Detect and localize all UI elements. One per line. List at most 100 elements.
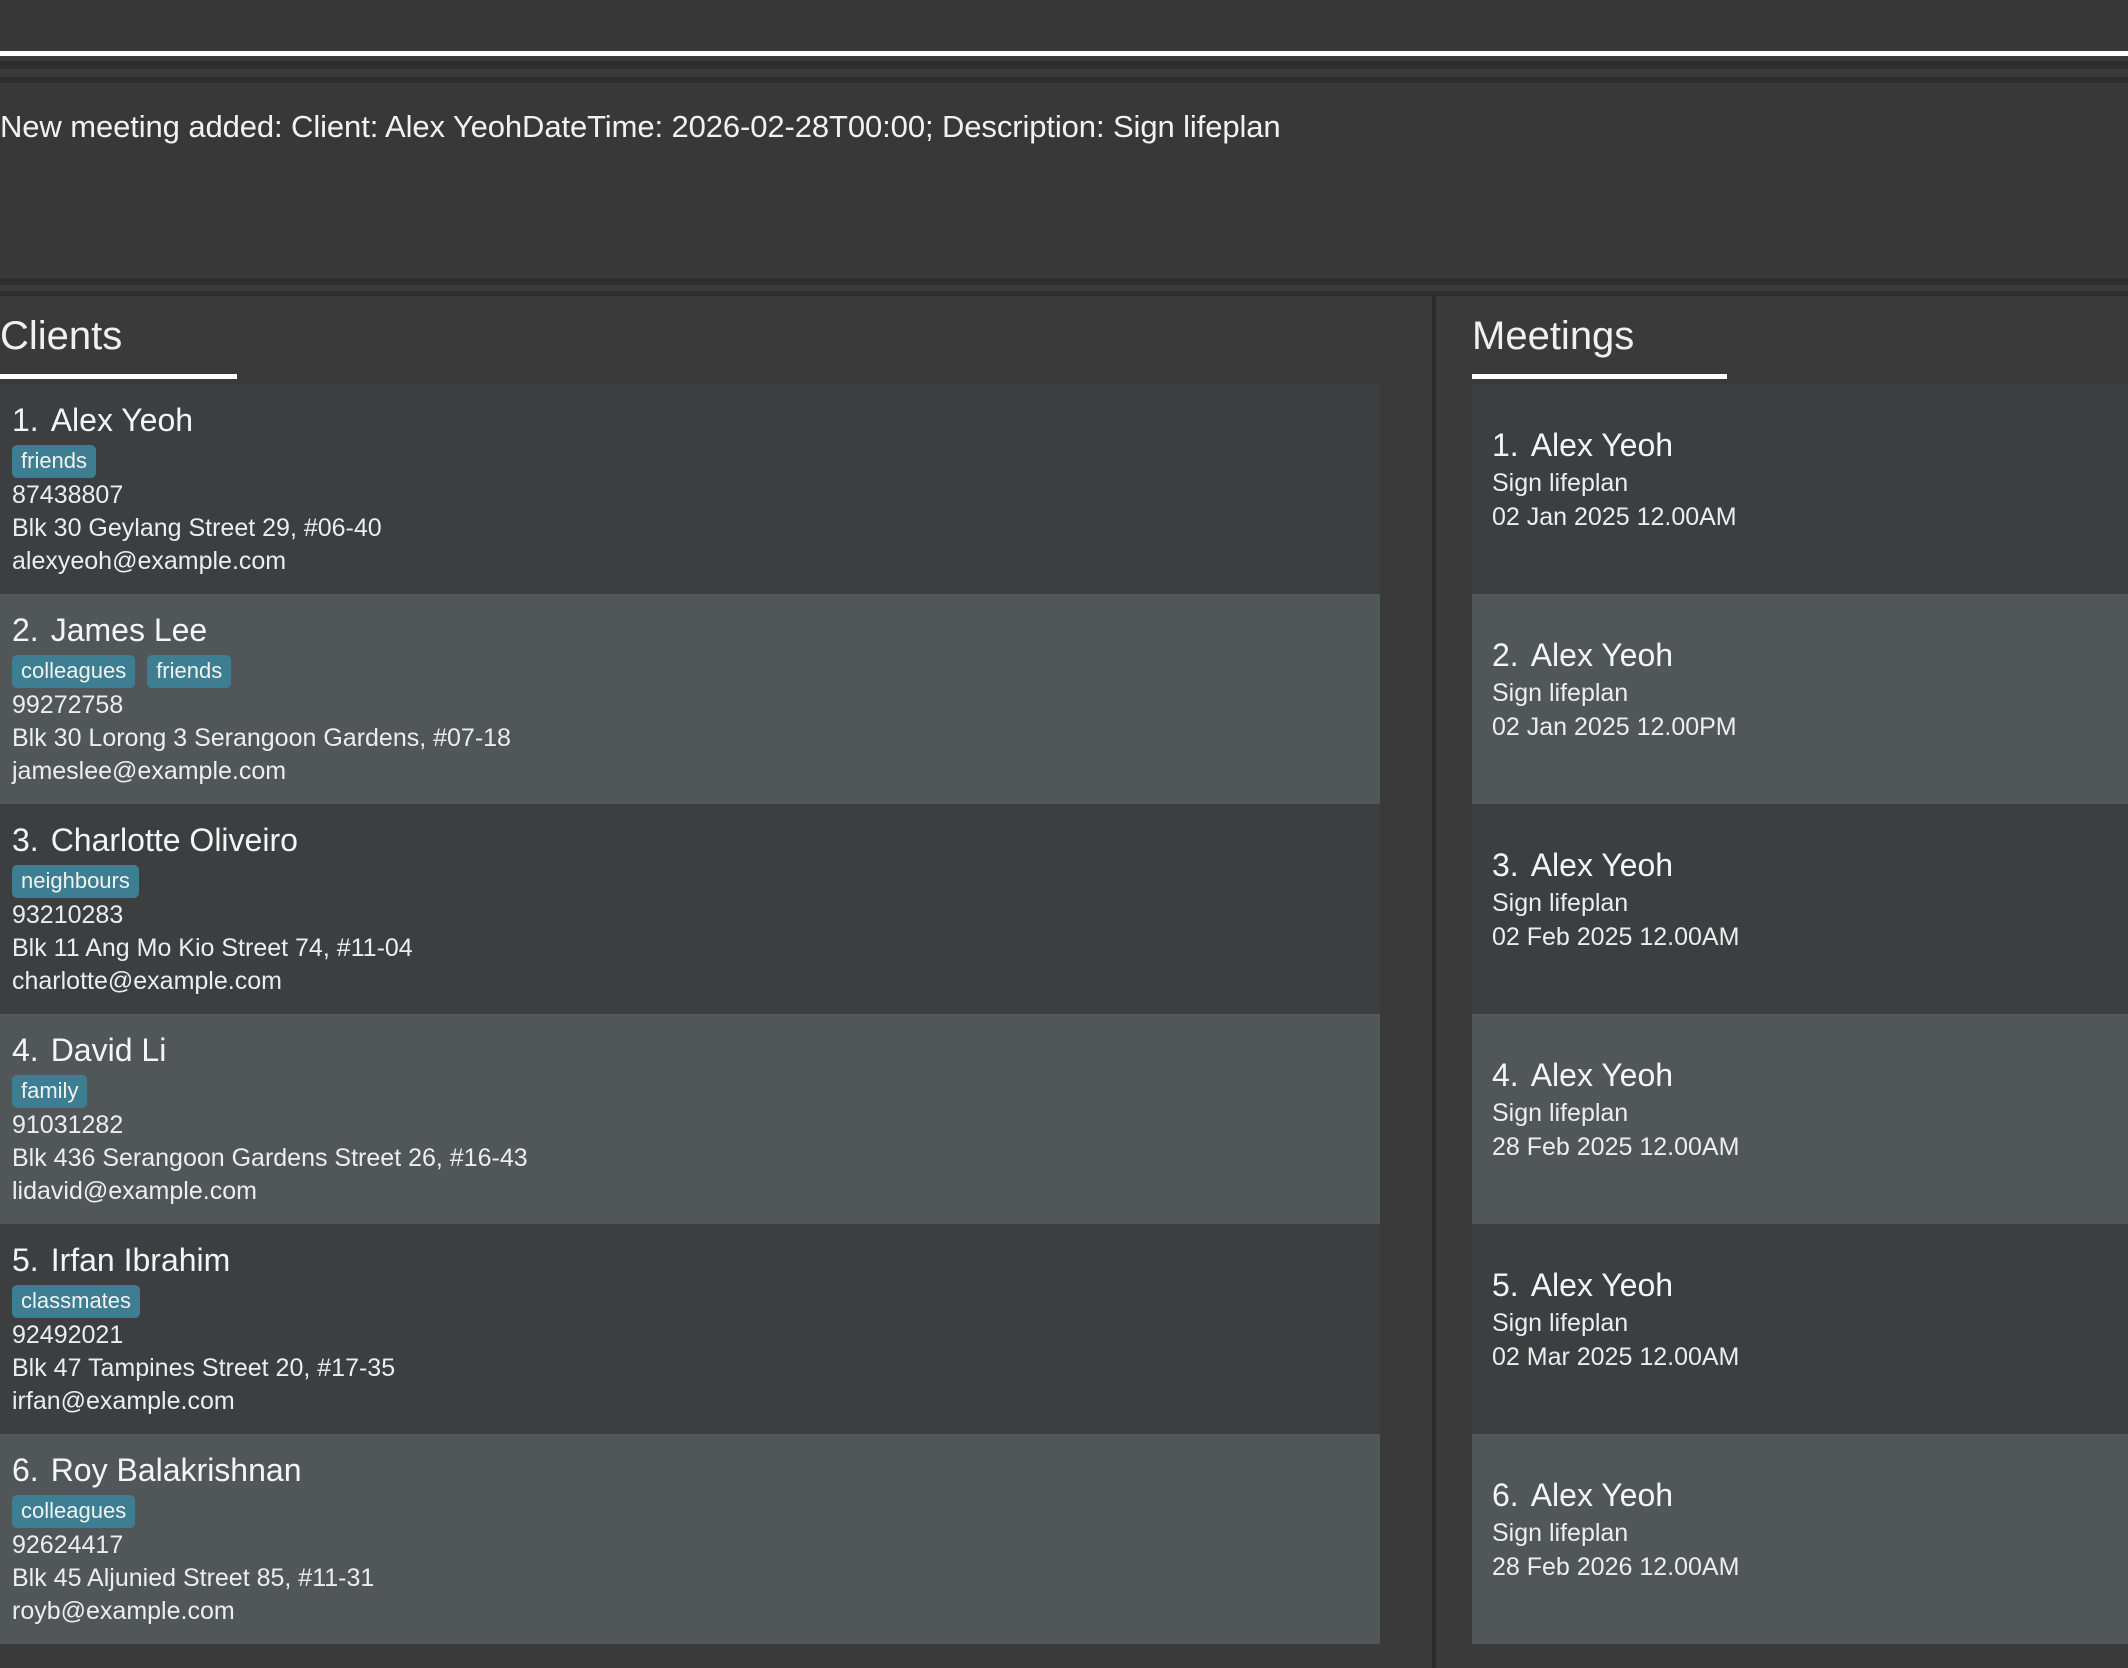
client-tag: friends [12,445,96,478]
client-address: Blk 45 Aljunied Street 85, #11-31 [12,1562,1380,1595]
client-tag: classmates [12,1285,140,1318]
client-name: David Li [51,1032,167,1068]
client-index: 3. [12,822,39,858]
client-name: Irfan Ibrahim [51,1242,231,1278]
client-card[interactable]: 3. Charlotte Oliveiro neighbours93210283Bl… [0,804,1380,1014]
client-name: Roy Balakrishnan [51,1452,302,1488]
client-address: Blk 11 Ang Mo Kio Street 74, #11-04 [12,932,1380,965]
meeting-card[interactable]: 3. Alex YeohSign lifeplan02 Feb 2025 12.0… [1472,804,2128,1014]
client-name-row: 6. Roy Balakrishnan [12,1450,1380,1490]
meeting-description: Sign lifeplan [1492,886,2128,920]
client-card[interactable]: 2. James Lee colleaguesfriends99272758Blk … [0,594,1380,804]
meeting-index: 3. [1492,847,1519,883]
meeting-client-row: 4.Alex Yeoh [1492,1054,2128,1096]
clients-scrollbar-track[interactable] [1384,384,1410,1668]
strip-filler [0,69,2128,77]
clients-panel: Clients 1.Alex Yeohfriends87438807Blk 30… [0,296,1432,1668]
client-card[interactable]: 6. Roy Balakrishnan colleagues92624417Blk … [0,1434,1380,1644]
meeting-index: 5. [1492,1267,1519,1303]
meetings-panel: Meetings 1.Alex YeohSign lifeplan02 Jan … [1436,296,2128,1668]
meeting-index: 2. [1492,637,1519,673]
meeting-card[interactable]: 2. Alex YeohSign lifeplan02 Jan 2025 12.0… [1472,594,2128,804]
meetings-list[interactable]: 1.Alex YeohSign lifeplan02 Jan 2025 12.0… [1472,384,2128,1668]
client-tag: family [12,1075,87,1108]
top-menu-strip[interactable] [0,0,2128,56]
client-email: charlotte@example.com [12,965,1380,998]
meeting-card[interactable]: 5. Alex YeohSign lifeplan02 Mar 2025 12.0… [1472,1224,2128,1434]
meeting-card[interactable]: 1. Alex YeohSign lifeplan02 Jan 2025 12.0… [1472,384,2128,594]
meeting-client-row: 1. Alex Yeoh [1492,424,2128,466]
meeting-client-row: 6. Alex Yeoh [1492,1474,2128,1516]
meeting-card[interactable]: 6. Alex YeohSign lifeplan28 Feb 2026 12.0… [1472,1434,2128,1644]
meeting-datetime: 02 Jan 2025 12.00PM [1492,710,2128,744]
client-tag: colleagues [12,655,135,688]
meeting-index: 1. [1492,427,1519,463]
meeting-client-name: Alex Yeoh [1531,637,1673,673]
client-email: jameslee@example.com [12,755,1380,788]
meeting-datetime: 02 Mar 2025 12.00AM [1492,1340,2128,1374]
meeting-client-name: Alex Yeoh [1531,427,1673,463]
client-name-row: 2. James Lee [12,610,1380,650]
client-email: alexyeoh@example.com [12,545,1380,578]
meeting-description: Sign lifeplan [1492,1516,2128,1550]
client-name-row: 1. Alex Yeoh [12,400,1380,440]
result-separator-1 [0,278,2128,285]
client-tag: colleagues [12,1495,135,1528]
meeting-datetime: 02 Jan 2025 12.00AM [1492,500,2128,534]
client-name-row: 5. Irfan Ibrahim [12,1240,1380,1280]
client-name-row: 3. Charlotte Oliveiro [12,820,1380,860]
client-index: 1. [12,402,39,438]
client-tag: neighbours [12,865,139,898]
result-display-box: New meeting added: Client: Alex YeohDate… [0,83,2128,278]
meeting-description: Sign lifeplan [1492,1096,2128,1130]
client-tag-row: colleaguesfriends [12,655,1380,687]
meeting-datetime: 28 Feb 2026 12.00AM [1492,1550,2128,1584]
app-window: New meeting added: Client: Alex YeohDate… [0,0,2128,1668]
result-message: New meeting added: Client: Alex YeohDate… [0,107,2128,147]
client-name: Alex Yeoh [51,402,193,438]
meetings-panel-title: Meetings [1436,296,2128,360]
client-index: 2. [12,612,39,648]
client-tag-row: colleagues [12,1495,1380,1527]
meeting-datetime: 28 Feb 2025 12.00AM [1492,1130,2128,1164]
strip-separator-upper [0,61,2128,69]
meeting-description: Sign lifeplan [1492,676,2128,710]
client-address: Blk 30 Lorong 3 Serangoon Gardens, #07-1… [12,722,1380,755]
client-email: lidavid@example.com [12,1175,1380,1208]
client-phone: 92624417 [12,1529,1380,1562]
client-phone: 92492021 [12,1319,1380,1352]
meeting-client-row: 2. Alex Yeoh [1492,634,2128,676]
client-tag-row: neighbours [12,865,1380,897]
client-card[interactable]: 1. Alex Yeoh friends87438807Blk 30 Geylang… [0,384,1380,594]
meeting-index: 6. [1492,1477,1519,1513]
meeting-card[interactable]: 4.Alex YeohSign lifeplan28 Feb 2025 12.0… [1472,1014,2128,1224]
client-address: Blk 436 Serangoon Gardens Street 26, #16… [12,1142,1380,1175]
client-name: James Lee [51,612,208,648]
client-phone: 93210283 [12,899,1380,932]
clients-list[interactable]: 1. Alex Yeoh friends87438807Blk 30 Geylang… [0,384,1380,1668]
client-card[interactable]: 5.Irfan Ibrahimclassmates92492021Blk 47 … [0,1224,1380,1434]
meeting-description: Sign lifeplan [1492,466,2128,500]
client-name-row: 4. David Li [12,1030,1380,1070]
client-index: 6. [12,1452,39,1488]
client-tag-row: friends [12,445,1380,477]
client-phone: 91031282 [12,1109,1380,1142]
clients-panel-title: Clients [0,296,1432,360]
client-name: Charlotte Oliveiro [51,822,298,858]
meeting-client-name: Alex Yeoh [1531,1267,1673,1303]
meeting-datetime: 02 Feb 2025 12.00AM [1492,920,2128,954]
client-card[interactable]: 4. David Li family91031282Blk 436 Serangoo… [0,1014,1380,1224]
client-tag-row: classmates [12,1285,1380,1317]
client-phone: 87438807 [12,479,1380,512]
client-address: Blk 30 Geylang Street 29, #06-40 [12,512,1380,545]
meeting-index: 4. [1492,1057,1519,1093]
meeting-client-name: Alex Yeoh [1531,847,1673,883]
client-email: royb@example.com [12,1595,1380,1628]
client-index: 5. [12,1242,39,1278]
meeting-client-name: Alex Yeoh [1531,1477,1673,1513]
meeting-description: Sign lifeplan [1492,1306,2128,1340]
client-email: irfan@example.com [12,1385,1380,1418]
client-phone: 99272758 [12,689,1380,722]
client-index: 4. [12,1032,39,1068]
main-panels: Clients 1.Alex Yeohfriends87438807Blk 30… [0,296,2128,1668]
